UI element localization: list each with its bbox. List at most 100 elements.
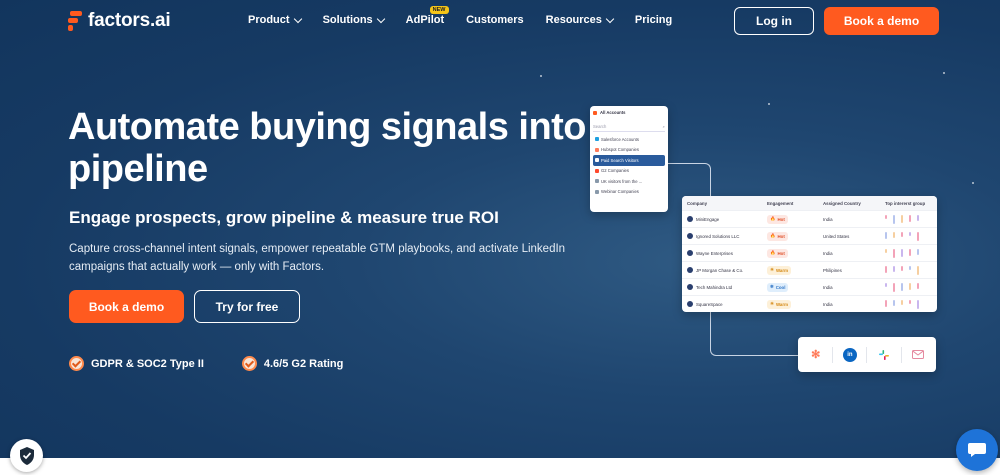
nav-item-label: Resources (545, 14, 602, 26)
nav-item-label: AdPilot (405, 14, 445, 26)
chat-widget-button[interactable] (956, 429, 998, 471)
brand-logo[interactable]: factors.ai (68, 10, 171, 32)
company-cell: JP Morgan Chase & Co. (682, 267, 764, 273)
company-logo-icon (687, 284, 693, 290)
page-bottom-edge (0, 458, 1000, 475)
hero-book-demo-button[interactable]: Book a demo (69, 290, 184, 323)
nav-book-demo-button[interactable]: Book a demo (824, 7, 939, 35)
engagement-cell: 🔥 Hot (764, 231, 820, 241)
column-header: Company (687, 200, 708, 206)
interest-bar (901, 282, 903, 291)
company-logo-icon (687, 216, 693, 222)
accounts-card-header: All Accounts (593, 110, 665, 115)
country-cell: India (823, 301, 833, 307)
search-icon: ⌕ (662, 124, 665, 129)
interest-bar (893, 265, 895, 272)
trust-badges: GDPR & SOC2 Type II 4.6/5 G2 Rating (69, 356, 343, 371)
column-header: Top intererst group (885, 200, 926, 206)
nav-item-customers[interactable]: Customers (466, 14, 523, 26)
interest-bar (885, 299, 887, 307)
country-cell: India (823, 250, 833, 256)
company-logo-icon (687, 267, 693, 273)
segment-item: G2 Companies (593, 166, 665, 177)
top-navigation: factors.ai Product Solutions AdPilot NEW… (0, 0, 1000, 42)
engagement-badge: 🔥 Hot (767, 231, 788, 241)
company-cell: MiniEngage (682, 216, 764, 222)
hubspot-icon (595, 147, 599, 152)
try-for-free-button[interactable]: Try for free (194, 290, 300, 323)
accounts-card-title: All Accounts (600, 110, 626, 115)
star-decoration (540, 75, 542, 77)
linkedin-icon: in (842, 347, 857, 362)
table-row: SquareSpace ☀ Warm India (682, 295, 937, 312)
integrations-card: ✻ in (798, 337, 936, 372)
company-name: Ignored Solutions LLC (696, 233, 740, 239)
hot-icon: 🔥 (770, 250, 776, 255)
column-header: Engagement (767, 200, 794, 206)
chat-bubble-icon (968, 443, 986, 457)
interest-bar (901, 231, 903, 237)
globe-icon (595, 179, 599, 184)
company-name: Tech Mahindra Ltd (696, 284, 733, 290)
company-cell: Wayne Enterprises (682, 250, 764, 256)
segment-item: Salesforce Accounts (593, 134, 665, 145)
nav-item-solutions[interactable]: Solutions (323, 14, 385, 26)
check-badge-icon (241, 356, 257, 371)
segment-item: UK visitors from the ... (593, 176, 665, 187)
interest-bar (893, 299, 895, 306)
table-row: Tech Mahindra Ltd ❄ Cool India (682, 278, 937, 295)
interest-bar (917, 214, 919, 221)
accounts-segment-card: All Accounts Search ⌕ Salesforce Account… (590, 106, 668, 212)
login-button[interactable]: Log in (734, 7, 814, 35)
interest-bar (885, 231, 887, 239)
interest-bar (909, 265, 911, 270)
nav-item-adpilot[interactable]: AdPilot NEW (405, 6, 449, 26)
interest-bar (917, 282, 919, 289)
segment-label: Paid Search Visitors (601, 157, 639, 163)
company-logo-icon (687, 301, 693, 307)
hubspot-icon: ✻ (811, 349, 821, 361)
factors-logo-icon (68, 11, 82, 31)
interest-bar (917, 299, 919, 309)
company-name: SquareSpace (696, 301, 723, 307)
check-badge-icon (69, 356, 84, 371)
nav-item-pricing[interactable]: Pricing (635, 14, 672, 26)
nav-item-resources[interactable]: Resources (545, 14, 615, 26)
country-cell: India (823, 284, 833, 290)
interest-bars-cell (882, 265, 937, 275)
interest-bar (901, 299, 903, 305)
star-decoration (943, 72, 945, 74)
divider (866, 346, 868, 363)
interest-bars-cell (882, 282, 937, 292)
company-name: JP Morgan Chase & Co. (696, 267, 744, 273)
interest-bar (893, 282, 895, 292)
company-name: MiniEngage (696, 216, 720, 222)
privacy-shield-button[interactable] (10, 439, 43, 472)
table-row: MiniEngage 🔥 Hot India (682, 210, 937, 227)
interest-bar (909, 299, 911, 304)
table-header: Company Engagement Assigned Country Top … (682, 196, 937, 210)
table-row: JP Morgan Chase & Co. ☀ Warm Philipines (682, 261, 937, 278)
g2-icon (595, 168, 599, 173)
accounts-table-card: Company Engagement Assigned Country Top … (682, 196, 937, 312)
country-cell: India (823, 216, 833, 222)
new-badge: NEW (429, 6, 449, 14)
segment-label: Salesforce Accounts (601, 136, 639, 142)
engagement-label: Warm (775, 267, 788, 273)
segment-label: Webinar Companies (601, 189, 639, 195)
interest-bars-cell (882, 214, 937, 224)
warm-icon: ☀ (770, 301, 774, 306)
accounts-icon (593, 110, 597, 115)
engagement-label: Hot (777, 250, 785, 256)
email-icon (911, 348, 925, 362)
search-ads-icon (595, 158, 599, 163)
interest-bars-cell (882, 299, 937, 309)
chevron-down-icon (293, 14, 302, 23)
chevron-down-icon (376, 14, 385, 23)
connector-line (668, 163, 711, 198)
hot-icon: 🔥 (770, 233, 776, 238)
badge-label: GDPR & SOC2 Type II (91, 357, 204, 370)
interest-bar (909, 214, 911, 222)
nav-item-product[interactable]: Product (248, 14, 302, 26)
engagement-badge: 🔥 Hot (767, 248, 788, 258)
